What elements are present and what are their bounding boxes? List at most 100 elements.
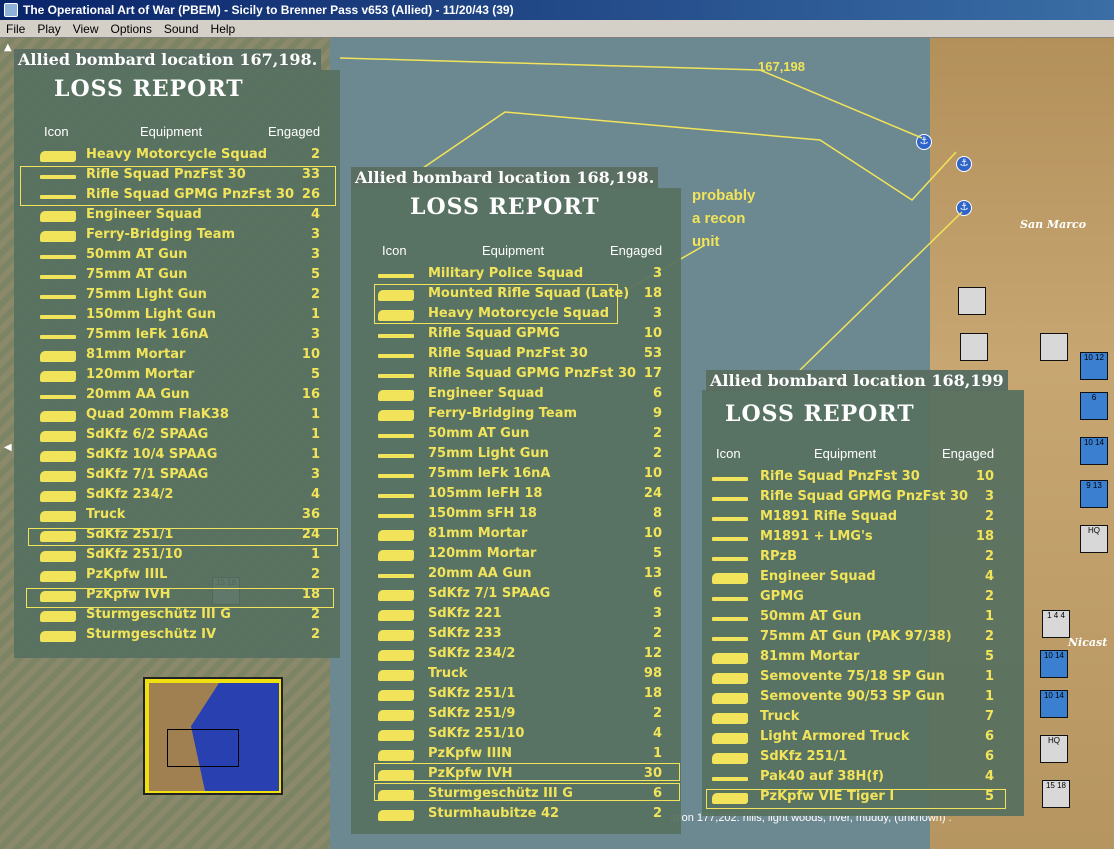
rifle-icon bbox=[712, 537, 748, 541]
equipment-name: Truck bbox=[428, 666, 468, 681]
equipment-name: Light Armored Truck bbox=[760, 729, 910, 744]
loss-row: 75mm AT Gun (PAK 97/38) 2 bbox=[712, 629, 994, 649]
loss-row: 75mm AT Gun 5 bbox=[40, 267, 320, 287]
engaged-count: 5 bbox=[310, 267, 320, 282]
loss-row: SdKfz 234/2 4 bbox=[40, 487, 320, 507]
equipment-name: Ferry-Bridging Team bbox=[86, 227, 236, 242]
engaged-count: 1 bbox=[984, 609, 994, 624]
loss-row: Heavy Motorcycle Squad 2 bbox=[40, 147, 320, 167]
gun-icon bbox=[40, 335, 76, 339]
engaged-count: 2 bbox=[984, 629, 994, 644]
column-header-equipment: Equipment bbox=[140, 124, 203, 139]
loss-row: SdKfz 7/1 SPAAG 6 bbox=[378, 586, 662, 606]
engaged-count: 8 bbox=[652, 506, 662, 521]
armored-car-icon bbox=[40, 491, 76, 502]
engaged-count: 13 bbox=[643, 566, 662, 581]
engaged-count: 2 bbox=[310, 607, 320, 622]
truck-icon bbox=[712, 733, 748, 744]
engaged-count: 6 bbox=[652, 386, 662, 401]
loss-row: Semovente 90/53 SP Gun 1 bbox=[712, 689, 994, 709]
engaged-count: 1 bbox=[984, 669, 994, 684]
engaged-count: 4 bbox=[984, 769, 994, 784]
engaged-count: 2 bbox=[652, 426, 662, 441]
engaged-count: 18 bbox=[643, 286, 662, 301]
engaged-count: 1 bbox=[310, 427, 320, 442]
mortar-icon bbox=[378, 530, 414, 541]
engaged-count: 2 bbox=[984, 589, 994, 604]
loss-row: 81mm Mortar 10 bbox=[40, 347, 320, 367]
equipment-name: Sturmgeschütz III G bbox=[86, 607, 231, 622]
gun-icon bbox=[40, 255, 76, 259]
column-header-engaged: Engaged bbox=[610, 243, 663, 258]
halftrack-icon bbox=[40, 551, 76, 562]
loss-row: 75mm Light Gun 2 bbox=[378, 446, 662, 466]
engaged-count: 5 bbox=[652, 546, 662, 561]
engaged-count: 1 bbox=[652, 746, 662, 761]
loss-row: 105mm leFH 18 24 bbox=[378, 486, 662, 506]
loss-row: 50mm AT Gun 3 bbox=[40, 247, 320, 267]
equipment-name: 150mm sFH 18 bbox=[428, 506, 537, 521]
mortar-icon bbox=[40, 371, 76, 382]
engaged-count: 5 bbox=[984, 649, 994, 664]
engaged-count: 3 bbox=[652, 266, 662, 281]
loss-row: SdKfz 251/10 1 bbox=[40, 547, 320, 567]
equipment-name: Sturmgeschütz IV bbox=[86, 627, 217, 642]
engaged-count: 5 bbox=[310, 367, 320, 382]
equipment-name: 75mm Light Gun bbox=[86, 287, 207, 302]
equipment-name: RPzB bbox=[760, 549, 798, 564]
loss-row: Light Armored Truck 6 bbox=[712, 729, 994, 749]
loss-row: SdKfz 251/1 6 bbox=[712, 749, 994, 769]
engaged-count: 3 bbox=[310, 227, 320, 242]
armored-car-icon bbox=[378, 650, 414, 661]
note-line: a recon bbox=[692, 210, 746, 227]
engaged-count: 1 bbox=[310, 547, 320, 562]
equipment-name: 50mm AT Gun bbox=[428, 426, 530, 441]
equipment-name: SdKfz 234/2 bbox=[86, 487, 174, 502]
highlight-box bbox=[26, 588, 334, 608]
rifle-icon bbox=[378, 274, 414, 278]
halftrack-icon bbox=[378, 710, 414, 721]
loss-row: 81mm Mortar 5 bbox=[712, 649, 994, 669]
gun-icon bbox=[712, 777, 748, 781]
loss-row: 120mm Mortar 5 bbox=[378, 546, 662, 566]
gun-icon bbox=[40, 275, 76, 279]
gun-icon bbox=[40, 315, 76, 319]
mortar-icon bbox=[378, 550, 414, 561]
equipment-name: 75mm AT Gun (PAK 97/38) bbox=[760, 629, 952, 644]
loss-row: 20mm AA Gun 16 bbox=[40, 387, 320, 407]
mortar-icon bbox=[40, 351, 76, 362]
highlight-box bbox=[706, 789, 1006, 809]
engaged-count: 3 bbox=[984, 489, 994, 504]
engaged-count: 6 bbox=[984, 749, 994, 764]
loss-row: Truck 7 bbox=[712, 709, 994, 729]
column-header-engaged: Engaged bbox=[942, 446, 995, 461]
loss-row: Truck 98 bbox=[378, 666, 662, 686]
loss-row: Rifle Squad GPMG PnzFst 30 17 bbox=[378, 366, 662, 386]
equipment-name: 120mm Mortar bbox=[86, 367, 195, 382]
rifle-icon bbox=[712, 517, 748, 521]
loss-row: Military Police Squad 3 bbox=[378, 266, 662, 286]
loss-row: 120mm Mortar 5 bbox=[40, 367, 320, 387]
loss-row: Semovente 75/18 SP Gun 1 bbox=[712, 669, 994, 689]
halftrack-icon bbox=[40, 471, 76, 482]
engaged-count: 4 bbox=[310, 487, 320, 502]
loss-row: Rifle Squad PnzFst 30 53 bbox=[378, 346, 662, 366]
equipment-name: 75mm Light Gun bbox=[428, 446, 549, 461]
rifle-icon bbox=[712, 477, 748, 481]
engaged-count: 1 bbox=[984, 689, 994, 704]
equipment-name: Rifle Squad GPMG bbox=[428, 326, 560, 341]
engaged-count: 3 bbox=[652, 306, 662, 321]
tank-icon bbox=[40, 611, 76, 622]
engaged-count: 2 bbox=[652, 626, 662, 641]
equipment-name: SdKfz 10/4 SPAAG bbox=[86, 447, 218, 462]
loss-row: Sturmgeschütz III G 2 bbox=[40, 607, 320, 627]
loss-row: 50mm AT Gun 2 bbox=[378, 426, 662, 446]
loss-row: Engineer Squad 6 bbox=[378, 386, 662, 406]
mg-icon bbox=[712, 597, 748, 601]
equipment-name: Semovente 75/18 SP Gun bbox=[760, 669, 945, 684]
equipment-name: Rifle Squad GPMG PnzFst 30 bbox=[428, 366, 637, 381]
engaged-count: 2 bbox=[984, 549, 994, 564]
engaged-count: 6 bbox=[984, 729, 994, 744]
equipment-name: SdKfz 7/1 SPAAG bbox=[428, 586, 551, 601]
equipment-name: 50mm AT Gun bbox=[86, 247, 188, 262]
